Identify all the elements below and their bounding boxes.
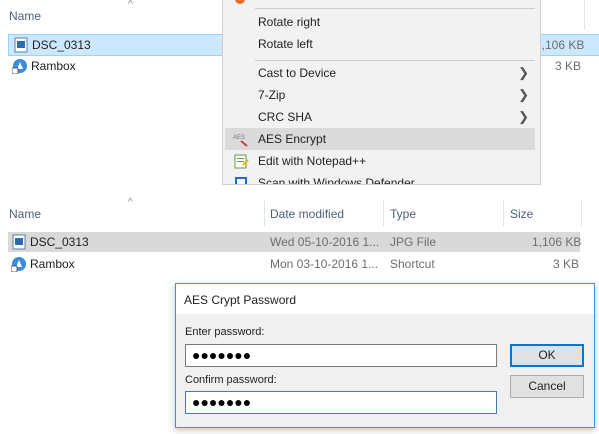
file-size: 1,106 KB [532, 235, 582, 249]
column-divider[interactable] [383, 200, 384, 226]
file-date: Mon 03-10-2016 1... [270, 257, 379, 271]
file-name: DSC_0313 [30, 235, 89, 249]
column-header-date[interactable]: Date modified [270, 207, 344, 221]
menu-item-label: Edit with Notepad++ [258, 154, 367, 168]
password-mask: ●●●●●●● [192, 347, 252, 363]
file-date: Wed 05-10-2016 1... [270, 235, 380, 249]
file-size: 3 KB [553, 257, 580, 271]
sort-up-icon: ^ [128, 0, 133, 10]
chevron-right-icon: ❯ [518, 109, 529, 124]
menu-item-rotate-right[interactable]: Rotate right [225, 11, 535, 33]
svg-text:AES: AES [233, 135, 245, 141]
file-size: 1,106 KB [535, 38, 585, 52]
defender-icon [235, 177, 247, 184]
rambox-shortcut-icon [11, 257, 26, 272]
column-header-type[interactable]: Type [390, 207, 416, 221]
cancel-button[interactable]: Cancel [510, 375, 584, 398]
confirm-password-field[interactable]: ●●●●●●● [185, 391, 497, 414]
enter-password-label: Enter password: [185, 326, 265, 338]
menu-item-partial-icon [235, 0, 245, 4]
column-header-size[interactable]: Size [510, 207, 533, 221]
image-file-icon [12, 234, 26, 250]
chevron-right-icon: ❯ [518, 87, 529, 102]
menu-item-label: Rotate left [258, 37, 313, 51]
sort-up-icon: ^ [128, 197, 133, 208]
column-divider[interactable] [581, 200, 582, 226]
menu-separator [255, 8, 535, 9]
aes-password-dialog: AES Crypt Password Enter password: ●●●●●… [175, 283, 595, 428]
file-size: 3 KB [555, 59, 582, 73]
file-list-view: Name ^ Date modified Type Size DSC_0313 … [0, 190, 599, 280]
dialog-title: AES Crypt Password [184, 293, 297, 307]
column-header-name[interactable]: Name [9, 9, 41, 23]
menu-item-cast-to-device[interactable]: Cast to Device ❯ [225, 62, 535, 84]
enter-password-field[interactable]: ●●●●●●● [185, 344, 497, 367]
menu-item-label: Scan with Windows Defender [258, 176, 415, 185]
menu-item-7zip[interactable]: 7-Zip ❯ [225, 84, 535, 106]
file-name: Rambox [30, 257, 75, 271]
table-row[interactable]: Rambox Mon 03-10-2016 1... Shortcut 3 KB [8, 254, 580, 274]
dialog-titlebar[interactable]: AES Crypt Password [176, 284, 594, 314]
column-divider[interactable] [503, 200, 504, 226]
password-mask: ●●●●●●● [192, 394, 252, 410]
file-type: JPG File [390, 235, 437, 249]
column-header-name[interactable]: Name [9, 207, 41, 221]
file-name: Rambox [31, 59, 76, 73]
menu-item-crc-sha[interactable]: CRC SHA ❯ [225, 106, 535, 128]
ok-button[interactable]: OK [510, 344, 584, 367]
file-name: DSC_0313 [32, 38, 91, 52]
menu-item-label: Rotate right [258, 15, 321, 29]
menu-item-edit-notepadpp[interactable]: Edit with Notepad++ [225, 150, 535, 172]
column-divider[interactable] [264, 200, 265, 226]
rambox-shortcut-icon [12, 59, 27, 74]
file-type: Shortcut [390, 257, 435, 271]
menu-item-aes-encrypt[interactable]: AES AES Encrypt [225, 128, 535, 150]
menu-item-label: CRC SHA [258, 110, 313, 124]
notepadpp-icon [234, 154, 249, 169]
column-divider[interactable] [584, 0, 585, 30]
menu-item-label: AES Encrypt [258, 132, 327, 146]
table-row[interactable]: DSC_0313 Wed 05-10-2016 1... JPG File 1,… [8, 232, 582, 252]
menu-item-label: 7-Zip [258, 88, 286, 102]
image-file-icon [14, 37, 28, 53]
chevron-right-icon: ❯ [518, 65, 529, 80]
context-menu: Rotate right Rotate left Cast to Device … [222, 0, 541, 185]
menu-separator [255, 60, 535, 61]
aes-crypt-icon: AES [233, 135, 248, 147]
menu-item-rotate-left[interactable]: Rotate left [225, 33, 535, 55]
menu-item-label: Cast to Device [258, 66, 337, 80]
menu-item-scan-defender[interactable]: Scan with Windows Defender [225, 172, 535, 185]
confirm-password-label: Confirm password: [185, 374, 277, 386]
